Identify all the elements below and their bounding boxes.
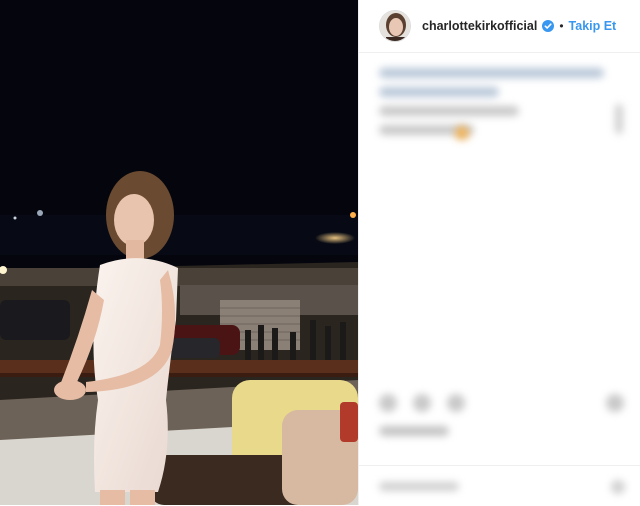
bookmark-icon[interactable] <box>606 394 624 412</box>
action-bar <box>379 392 624 420</box>
heart-icon[interactable] <box>379 394 397 412</box>
comment-input[interactable] <box>379 482 459 491</box>
add-comment-bar <box>359 465 640 506</box>
likes-count-blurred <box>379 426 449 436</box>
profile-avatar[interactable] <box>379 10 411 42</box>
comment-icon[interactable] <box>413 394 431 412</box>
avatar-image <box>380 11 410 41</box>
blurred-comment-like-icon <box>615 104 623 134</box>
blurred-caption-line <box>379 68 604 78</box>
instagram-post: charlottekirkofficial • Takip Et <box>0 0 640 505</box>
follow-button[interactable]: Takip Et <box>569 19 617 33</box>
post-side-panel: charlottekirkofficial • Takip Et <box>358 0 640 505</box>
more-options-icon[interactable] <box>611 480 625 494</box>
photo-image <box>0 0 358 505</box>
blurred-caption-line <box>379 87 499 97</box>
verified-badge-icon <box>542 20 555 32</box>
comments-area-blurred <box>379 68 624 144</box>
blurred-comment-line <box>379 106 519 116</box>
blurred-emoji <box>455 126 469 140</box>
post-photo[interactable] <box>0 0 358 505</box>
username-link[interactable]: charlottekirkofficial <box>422 19 537 33</box>
header-separator: • <box>559 19 564 33</box>
share-icon[interactable] <box>447 394 465 412</box>
post-header: charlottekirkofficial • Takip Et <box>359 0 640 53</box>
